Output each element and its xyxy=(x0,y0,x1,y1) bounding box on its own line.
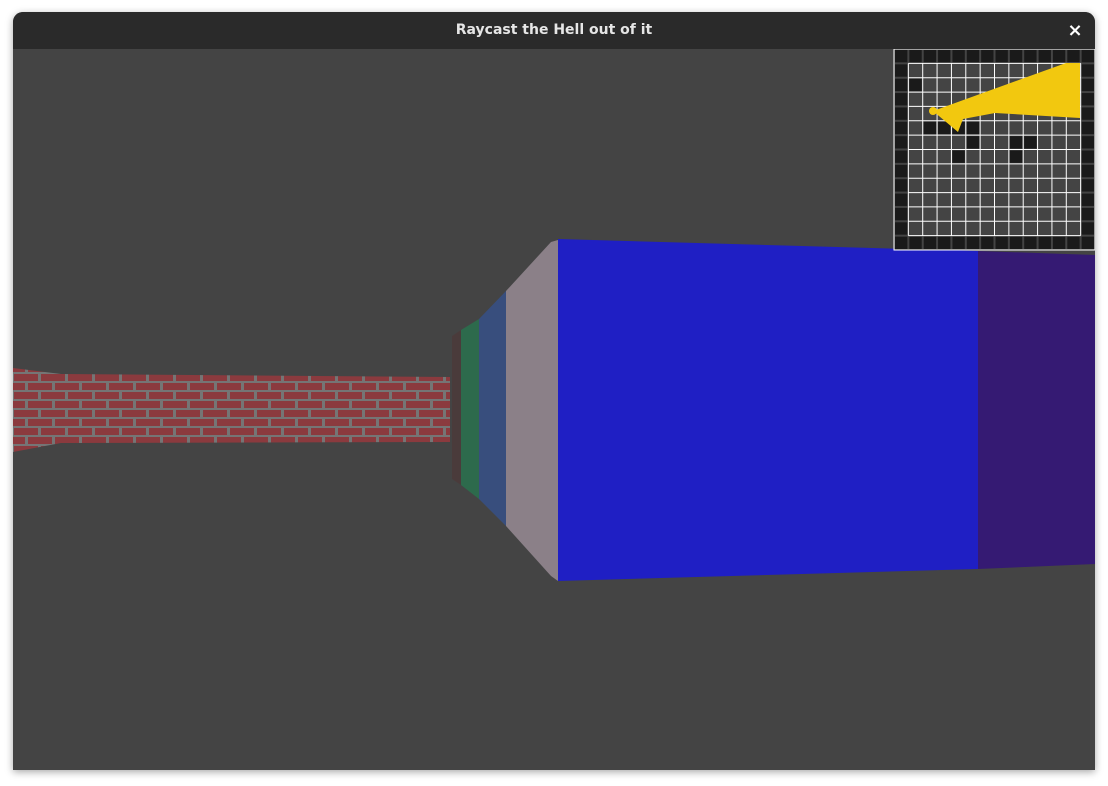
minimap-wall-cell xyxy=(895,179,908,192)
title-bar[interactable]: Raycast the Hell out of it × xyxy=(13,12,1095,50)
brick-wall xyxy=(13,368,450,452)
minimap-wall-cell xyxy=(1081,207,1094,221)
minimap-wall-cell xyxy=(909,78,922,92)
minimap-wall-cell xyxy=(1081,121,1094,135)
minimap-wall-cell xyxy=(1081,193,1094,206)
minimap-wall-cell xyxy=(909,236,922,249)
minimap-wall-cell xyxy=(1009,50,1023,63)
minimap-wall-cell xyxy=(1081,78,1094,92)
minimap-wall-cell xyxy=(923,50,937,63)
grey-wall xyxy=(506,240,558,581)
brown-wall-sliver xyxy=(452,330,461,485)
minimap-wall-cell xyxy=(938,236,951,249)
minimap-wall-cell xyxy=(1081,164,1094,178)
minimap-wall-cell xyxy=(1081,136,1094,149)
minimap-wall-cell xyxy=(1038,50,1051,63)
minimap-wall-cell xyxy=(952,50,965,63)
player-marker xyxy=(929,107,937,115)
close-icon[interactable]: × xyxy=(1063,19,1087,43)
minimap-wall-cell xyxy=(909,50,922,63)
blue-wall xyxy=(558,239,978,581)
minimap-wall-cell xyxy=(1081,179,1094,192)
minimap-wall-cell xyxy=(895,207,908,221)
minimap xyxy=(893,49,1095,251)
minimap-wall-cell xyxy=(895,50,908,63)
minimap-wall-cell xyxy=(952,236,965,249)
minimap-wall-cell xyxy=(1081,50,1094,63)
minimap-wall-cell xyxy=(895,136,908,149)
minimap-wall-cell xyxy=(895,93,908,106)
minimap-wall-cell xyxy=(966,136,980,149)
minimap-wall-cell xyxy=(1024,136,1037,149)
minimap-wall-cell xyxy=(981,50,994,63)
minimap-wall-cell xyxy=(1052,236,1066,249)
minimap-wall-cell xyxy=(981,236,994,249)
minimap-wall-cell xyxy=(938,50,951,63)
minimap-wall-cell xyxy=(923,121,937,135)
minimap-wall-cell xyxy=(995,236,1008,249)
minimap-wall-cell xyxy=(895,164,908,178)
minimap-wall-cell xyxy=(1009,236,1023,249)
raycast-viewport[interactable] xyxy=(13,49,1095,770)
minimap-wall-cell xyxy=(1067,50,1080,63)
purple-wall xyxy=(978,251,1095,569)
minimap-wall-cell xyxy=(895,236,908,249)
minimap-wall-cell xyxy=(1052,50,1066,63)
minimap-wall-cell xyxy=(895,107,908,120)
minimap-wall-cell xyxy=(895,222,908,235)
minimap-wall-cell xyxy=(966,121,980,135)
minimap-wall-cell xyxy=(952,150,965,163)
minimap-wall-cell xyxy=(923,236,937,249)
minimap-wall-cell xyxy=(1009,150,1023,163)
minimap-wall-cell xyxy=(1038,236,1051,249)
minimap-wall-cell xyxy=(966,50,980,63)
minimap-wall-cell xyxy=(895,78,908,92)
minimap-wall-cell xyxy=(1081,150,1094,163)
minimap-wall-cell xyxy=(1024,236,1037,249)
minimap-wall-cell xyxy=(895,64,908,77)
minimap-wall-cell xyxy=(966,236,980,249)
slate-wall xyxy=(479,291,506,526)
minimap-wall-cell xyxy=(1024,50,1037,63)
game-window: Raycast the Hell out of it × xyxy=(13,12,1095,770)
minimap-wall-cell xyxy=(1067,236,1080,249)
minimap-wall-cell xyxy=(895,150,908,163)
minimap-wall-cell xyxy=(1081,236,1094,249)
minimap-wall-cell xyxy=(895,121,908,135)
minimap-wall-cell xyxy=(1009,136,1023,149)
rendered-scene xyxy=(13,49,1095,770)
green-wall xyxy=(461,319,479,499)
window-title: Raycast the Hell out of it xyxy=(455,22,653,38)
minimap-wall-cell xyxy=(995,50,1008,63)
minimap-wall-cell xyxy=(1081,107,1094,120)
minimap-wall-cell xyxy=(1081,93,1094,106)
minimap-wall-cell xyxy=(1081,222,1094,235)
minimap-wall-cell xyxy=(1081,64,1094,77)
minimap-wall-cell xyxy=(895,193,908,206)
